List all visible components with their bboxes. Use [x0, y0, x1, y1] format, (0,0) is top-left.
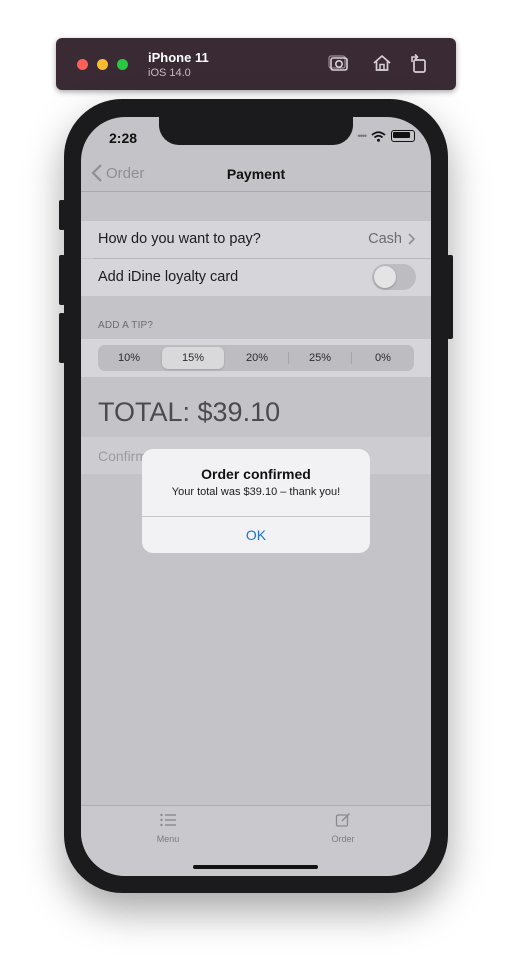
tip-option-20[interactable]: 20%: [226, 345, 288, 371]
status-time: 2:28: [109, 130, 138, 146]
total-amount: TOTAL: $39.10: [98, 397, 281, 427]
tip-row: 10% 15% 20% 25% 0%: [81, 339, 431, 377]
tab-menu[interactable]: Menu: [138, 812, 198, 844]
screenshot-button[interactable]: [328, 52, 350, 74]
zoom-window-button[interactable]: [117, 59, 128, 70]
toggle-knob: [374, 266, 396, 288]
payment-method-label: How do you want to pay?: [98, 231, 261, 247]
tip-segmented-control: 10% 15% 20% 25% 0%: [98, 345, 414, 371]
edit-square-icon: [335, 813, 350, 827]
home-icon: [373, 55, 391, 71]
loyalty-card-row: Add iDine loyalty card: [81, 259, 431, 296]
chevron-right-icon: [408, 233, 415, 245]
wifi-icon: [371, 130, 386, 142]
alert-message: Your total was $39.10 – thank you!: [171, 486, 341, 498]
status-icons: ••••: [357, 130, 415, 142]
alert-title: Order confirmed: [201, 466, 311, 482]
tip-option-25[interactable]: 25%: [289, 345, 351, 371]
volume-down-button: [59, 313, 65, 363]
tip-option-0[interactable]: 0%: [352, 345, 414, 371]
tab-menu-label: Menu: [156, 834, 180, 844]
payment-method-value: Cash: [368, 231, 415, 247]
loyalty-card-toggle[interactable]: [372, 264, 416, 290]
tip-section-header: ADD A TIP?: [98, 320, 154, 331]
device-name: iPhone 11: [148, 50, 209, 65]
nav-divider: [81, 191, 431, 192]
tab-order-label: Order: [331, 834, 355, 844]
list-icon: [160, 813, 176, 827]
payment-method-selected: Cash: [368, 231, 402, 247]
tip-option-15[interactable]: 15%: [162, 347, 224, 369]
volume-up-button: [59, 255, 65, 305]
battery-icon: [391, 130, 415, 142]
rotate-button[interactable]: [408, 52, 430, 74]
power-button: [447, 255, 453, 339]
simulator-title-bar: iPhone 11 iOS 14.0: [56, 38, 456, 90]
order-confirmed-alert: Order confirmed Your total was $39.10 – …: [142, 449, 370, 553]
loyalty-card-label: Add iDine loyalty card: [98, 269, 239, 285]
alert-ok-button[interactable]: OK: [142, 517, 370, 553]
notch: [159, 117, 353, 145]
minimize-window-button[interactable]: [97, 59, 108, 70]
home-button[interactable]: [371, 52, 393, 74]
mute-switch: [59, 200, 65, 230]
os-version: iOS 14.0: [148, 67, 191, 79]
payment-method-row[interactable]: How do you want to pay? Cash: [81, 221, 431, 258]
tab-order[interactable]: Order: [313, 812, 373, 844]
close-window-button[interactable]: [77, 59, 88, 70]
rotate-icon: [411, 53, 426, 73]
camera-icon: [328, 55, 348, 71]
tip-option-10[interactable]: 10%: [98, 345, 160, 371]
signal-dots: ••••: [357, 131, 367, 141]
home-indicator: [193, 865, 318, 869]
page-title: Payment: [226, 166, 286, 182]
navigation-bar: Order Payment: [81, 161, 431, 191]
